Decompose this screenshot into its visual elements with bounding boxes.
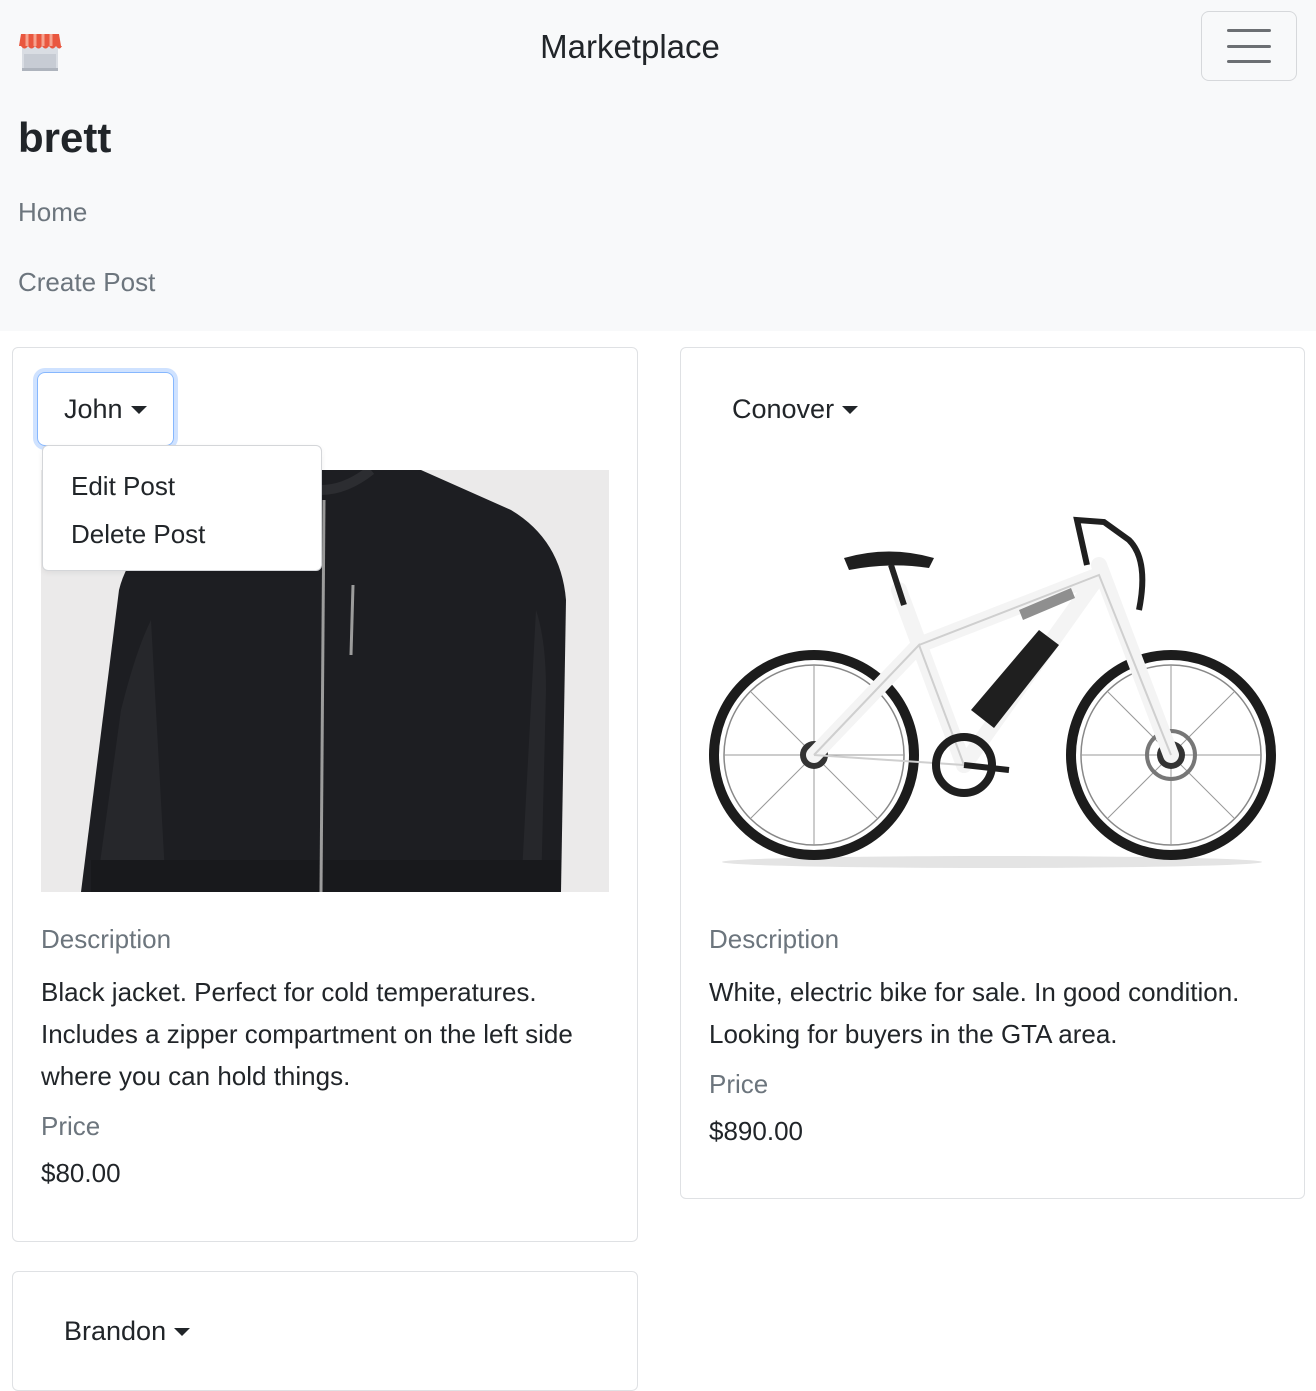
post-price: $80.00 <box>41 1158 121 1188</box>
post-card: Conover Description White, electric bike… <box>680 347 1305 1199</box>
post-details: Description Black jacket. Perfect for co… <box>41 924 611 1189</box>
navbar-toggler-button[interactable] <box>1201 11 1297 81</box>
post-description: White, electric bike for sale. In good c… <box>709 977 1240 1049</box>
owner-name: Conover <box>732 393 835 424</box>
delete-post-menu-item[interactable]: Delete Post <box>43 510 321 558</box>
white-electric-bike-image <box>709 470 1276 892</box>
owner-name: John <box>64 393 123 424</box>
post-card: John Edit Post Delete Post Description B… <box>12 347 638 1242</box>
post-price: $890.00 <box>709 1116 803 1146</box>
price-label: Price <box>41 1111 101 1141</box>
hamburger-menu-icon <box>1227 29 1271 63</box>
post-card: Brandon <box>12 1271 638 1391</box>
post-actions-menu: Edit Post Delete Post <box>42 445 322 571</box>
edit-post-menu-item[interactable]: Edit Post <box>43 462 321 510</box>
post-description: Black jacket. Perfect for cold temperatu… <box>41 977 573 1091</box>
nav-link-create-post[interactable]: Create Post <box>18 267 155 298</box>
caret-down-icon <box>174 1328 191 1336</box>
navbar: Marketplace brett Home Create Post <box>0 0 1316 331</box>
post-owner-dropdown-button[interactable]: John <box>37 372 174 446</box>
price-label: Price <box>709 1069 769 1099</box>
user-name-heading: brett <box>18 114 112 161</box>
app-title: Marketplace <box>540 28 720 65</box>
description-label: Description <box>41 924 172 954</box>
nav-link-home[interactable]: Home <box>18 197 87 228</box>
post-owner-dropdown-button[interactable]: Brandon <box>37 1294 217 1368</box>
post-owner-dropdown-button[interactable]: Conover <box>705 372 885 446</box>
description-label: Description <box>709 924 840 954</box>
caret-down-icon <box>130 406 147 414</box>
caret-down-icon <box>842 406 859 414</box>
owner-name: Brandon <box>64 1315 167 1346</box>
post-details: Description White, electric bike for sal… <box>709 924 1289 1147</box>
